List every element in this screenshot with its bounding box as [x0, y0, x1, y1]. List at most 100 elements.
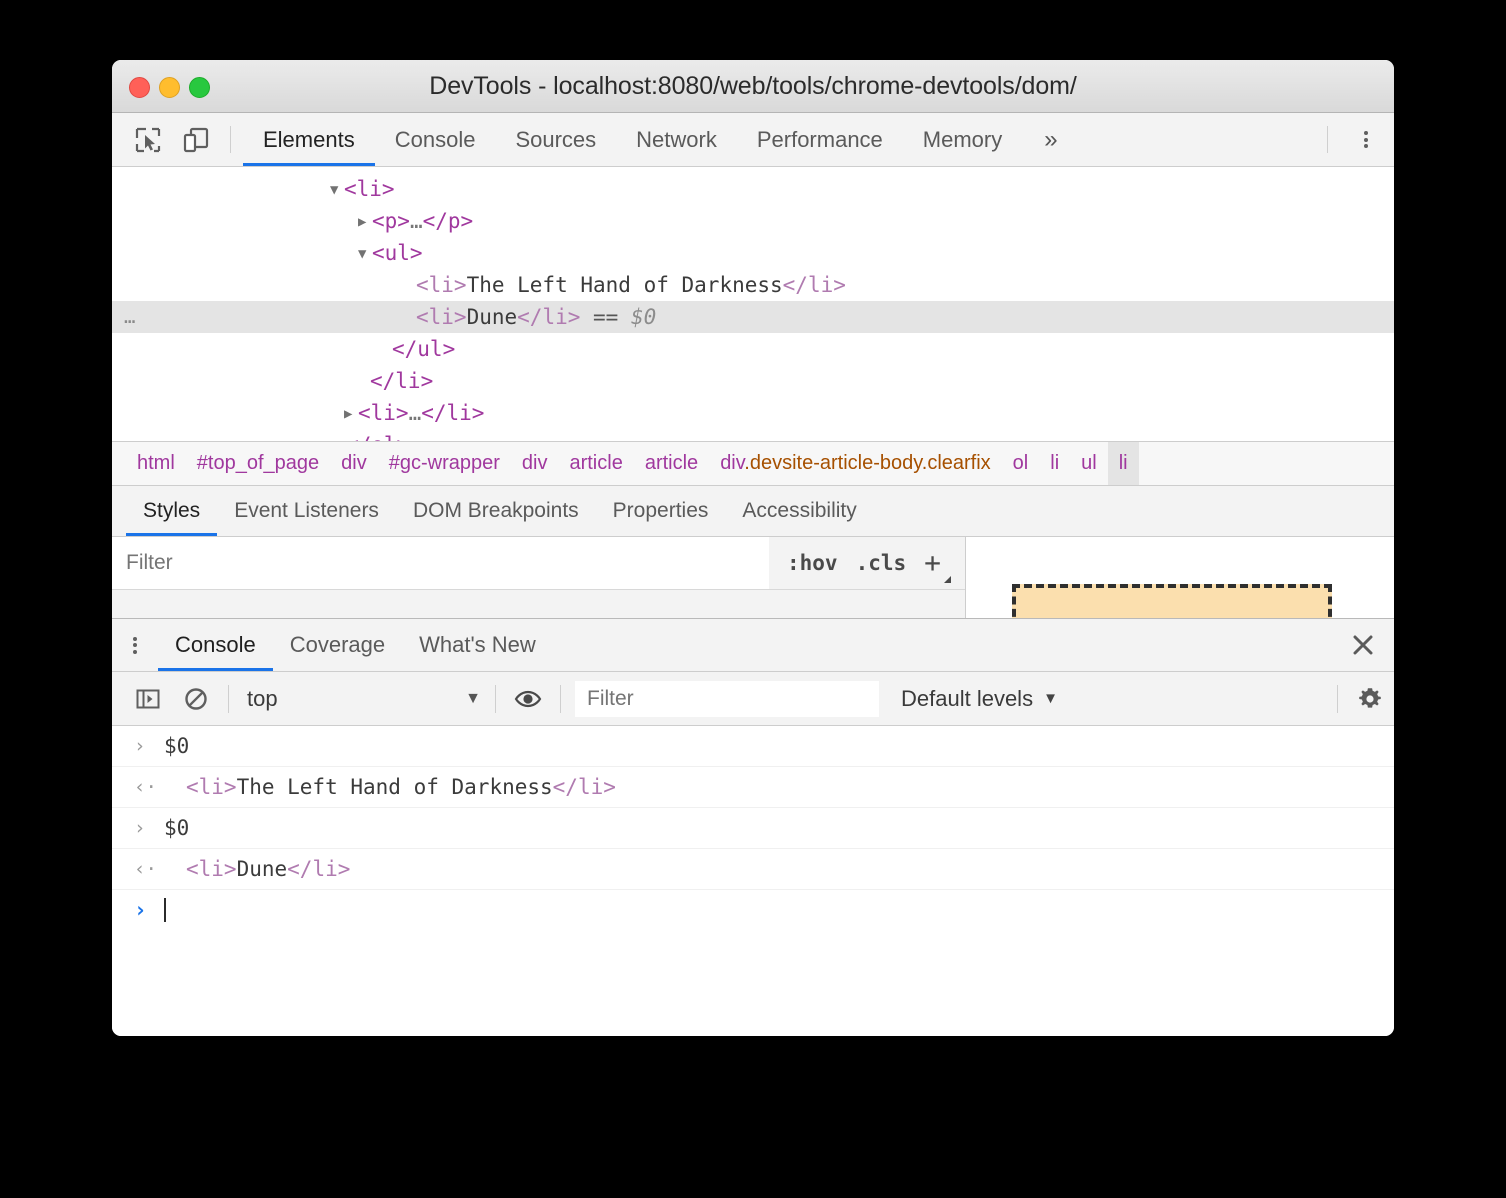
expand-triangle-down-icon[interactable]: ▼ — [330, 174, 344, 206]
tab-elements[interactable]: Elements — [243, 113, 375, 166]
live-expression-icon[interactable] — [504, 672, 552, 726]
tab-sources[interactable]: Sources — [495, 113, 616, 166]
close-icon[interactable] — [1332, 619, 1394, 671]
console-drawer: Console Coverage What's New top ▼ Filter… — [112, 618, 1394, 1036]
tab-performance[interactable]: Performance — [737, 113, 903, 166]
breadcrumb-item[interactable]: li — [1039, 442, 1070, 485]
breadcrumb-item-tag: div — [720, 452, 745, 474]
drawer-tab-whats-new[interactable]: What's New — [402, 619, 553, 671]
dom-tree-row[interactable]: … <li>Dune</li> == $0 — [112, 301, 1394, 333]
toolbar-divider — [230, 126, 231, 153]
breadcrumb-item[interactable]: #top_of_page — [186, 442, 330, 485]
breadcrumb-item[interactable]: div.devsite-article-body.clearfix — [709, 442, 1001, 485]
tab-console[interactable]: Console — [375, 113, 496, 166]
dom-tree-row[interactable]: ▼ <li> — [112, 173, 1394, 205]
breadcrumb-item[interactable]: article — [634, 442, 709, 485]
console-prompt-row[interactable]: › — [112, 890, 1394, 930]
dom-row-text: <ul> — [372, 241, 423, 265]
breadcrumb-item[interactable]: #gc-wrapper — [378, 442, 511, 485]
console-result-row: ‹· <li>Dune</li> — [112, 849, 1394, 890]
console-message-text: Dune — [236, 857, 288, 881]
tab-accessibility[interactable]: Accessibility — [725, 486, 873, 536]
kebab-menu-icon[interactable] — [1338, 113, 1394, 166]
breadcrumb-item[interactable]: article — [558, 442, 633, 485]
dom-tree-row[interactable]: ▶ <p>…</p> — [112, 205, 1394, 237]
console-filter-input[interactable] — [575, 680, 879, 717]
console-message-text: <li> — [186, 775, 237, 799]
dom-row-text: <li> — [416, 273, 467, 297]
breadcrumb-item[interactable]: li — [1107, 442, 1139, 485]
breadcrumb-item[interactable]: ul — [1070, 442, 1108, 485]
dom-tree-row[interactable]: </li> — [112, 365, 1394, 397]
expand-triangle-down-icon[interactable]: ▼ — [358, 238, 372, 270]
gear-icon[interactable] — [1346, 672, 1394, 726]
breadcrumb-item[interactable]: div — [511, 442, 559, 485]
tab-dom-breakpoints[interactable]: DOM Breakpoints — [396, 486, 596, 536]
dom-row-text: $0 — [630, 305, 657, 329]
dom-row-text: </li> — [421, 401, 485, 425]
console-command-row: › $0 — [112, 808, 1394, 849]
kebab-menu-icon[interactable] — [112, 619, 158, 671]
console-toolbar-divider — [228, 684, 229, 713]
dom-row-text: <li> — [344, 177, 395, 201]
dom-row-overflow-icon: … — [124, 306, 137, 328]
console-message-list[interactable]: › $0 ‹· <li>The Left Hand of Darkness</li> ›… — [112, 726, 1394, 930]
tab-network[interactable]: Network — [616, 113, 737, 166]
log-levels-selector[interactable]: Default levels ▼ — [901, 686, 1058, 712]
hov-toggle-button[interactable]: :hov — [787, 551, 838, 575]
tab-styles[interactable]: Styles — [126, 486, 218, 536]
console-sidebar-icon[interactable] — [124, 672, 172, 726]
console-command-row: › $0 — [112, 726, 1394, 767]
new-style-rule-button[interactable]: + — [924, 549, 951, 583]
device-toolbar-icon[interactable] — [172, 113, 220, 166]
drawer-tab-console[interactable]: Console — [158, 619, 273, 671]
dom-row-text: </p> — [422, 209, 474, 233]
chevron-down-icon: ▼ — [1043, 690, 1058, 707]
console-message-text: </li> — [287, 857, 351, 881]
console-toolbar-divider-4 — [1337, 684, 1338, 713]
toolbar-divider-right — [1327, 126, 1328, 153]
execution-context-selector[interactable]: top ▼ — [237, 686, 487, 712]
inspect-element-icon[interactable] — [124, 113, 172, 166]
breadcrumb-item[interactable]: ol — [1002, 442, 1040, 485]
drawer-tab-coverage[interactable]: Coverage — [273, 619, 402, 671]
styles-filter-input[interactable] — [112, 537, 769, 589]
tab-memory[interactable]: Memory — [903, 113, 1022, 166]
tab-properties[interactable]: Properties — [596, 486, 726, 536]
dom-row-text: </ul> — [392, 337, 456, 361]
dom-row-text: </li> — [782, 273, 846, 297]
dom-row-text: </li> — [517, 305, 581, 329]
dom-tree-row[interactable]: </ol> — [112, 429, 1394, 441]
prompt-arrow-icon: › — [134, 898, 147, 922]
expand-triangle-right-icon[interactable]: ▶ — [344, 398, 358, 430]
log-levels-value: Default levels — [901, 685, 1034, 711]
console-toolbar: top ▼ Default levels ▼ — [112, 672, 1394, 726]
dom-tree-row[interactable]: ▼ <ul> — [112, 237, 1394, 269]
styles-pane-tabs: Styles Event Listeners DOM Breakpoints P… — [112, 486, 1394, 537]
breadcrumb-item-classes: .devsite-article-body.clearfix — [744, 452, 991, 474]
dom-row-text: … — [408, 401, 422, 425]
console-result-row: ‹· <li>The Left Hand of Darkness</li> — [112, 767, 1394, 808]
tab-event-listeners[interactable]: Event Listeners — [217, 486, 396, 536]
breadcrumb-item[interactable]: div — [330, 442, 378, 485]
dom-tree-row[interactable]: ▶ <li>…</li> — [112, 397, 1394, 429]
cls-toggle-button[interactable]: .cls — [856, 551, 907, 575]
more-tabs-chevron-icon[interactable]: » — [1022, 113, 1079, 166]
window-title: DevTools - localhost:8080/web/tools/chro… — [429, 72, 1077, 100]
styles-filter-row: :hov .cls + — [112, 537, 965, 590]
result-arrow-icon: ‹· — [134, 858, 157, 880]
dom-row-text: == — [580, 305, 631, 329]
window-titlebar: DevTools - localhost:8080/web/tools/chro… — [112, 60, 1394, 113]
devtools-panel-tabs: Elements Console Sources Network Perform… — [243, 113, 1022, 166]
dom-row-text: </li> — [370, 369, 434, 393]
breadcrumb-item[interactable]: html — [126, 442, 186, 485]
dom-tree-panel[interactable]: ▼ <li> ▶ <p>…</p> ▼ <ul> <li>The Left Hand of … — [112, 167, 1394, 441]
clear-console-icon[interactable] — [172, 672, 220, 726]
console-message-text: </li> — [552, 775, 616, 799]
command-arrow-icon: › — [134, 735, 146, 757]
dom-tree-row[interactable]: <li>The Left Hand of Darkness</li> — [112, 269, 1394, 301]
dom-tree-row[interactable]: </ul> — [112, 333, 1394, 365]
chevron-down-icon: ▼ — [465, 689, 481, 707]
expand-triangle-right-icon[interactable]: ▶ — [358, 206, 372, 238]
execution-context-value: top — [247, 685, 278, 711]
